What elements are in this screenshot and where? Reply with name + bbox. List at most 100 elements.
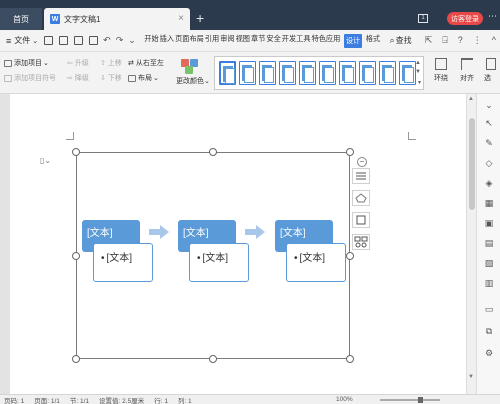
style-option[interactable] xyxy=(219,61,236,85)
layout-options-icon[interactable] xyxy=(352,168,370,184)
style-option[interactable] xyxy=(379,61,396,85)
resize-handle[interactable] xyxy=(72,252,80,260)
search-icon: ⌕ xyxy=(389,35,395,45)
align-button[interactable]: 对齐 xyxy=(456,58,478,83)
more-icon[interactable]: ⋯ xyxy=(488,11,497,22)
style-option[interactable] xyxy=(279,61,296,85)
scroll-down-icon[interactable]: ▼ xyxy=(468,374,474,380)
arrow-down-icon: ⇩ xyxy=(100,75,106,82)
chart-icon[interactable]: ▥ xyxy=(484,278,494,288)
gallery-more-icon[interactable]: ▾ xyxy=(418,79,421,86)
menu-tab-review[interactable]: 审阅 xyxy=(220,34,235,48)
resize-handle[interactable] xyxy=(72,355,80,363)
tab-document[interactable]: W 文字文稿1 × xyxy=(44,8,190,30)
tab-home[interactable]: 首页 xyxy=(0,8,42,30)
menu-tab-chapter[interactable]: 章节 xyxy=(251,34,266,48)
more-options-icon[interactable]: ⋮ xyxy=(473,35,482,46)
layout-button[interactable]: 布局 ⌄ xyxy=(128,73,159,83)
print-preview-icon[interactable] xyxy=(89,36,99,45)
document-icon[interactable]: ▤ xyxy=(484,238,494,248)
table-icon[interactable]: ▦ xyxy=(484,198,494,208)
zoom-slider[interactable] xyxy=(380,397,440,403)
move-down-button[interactable]: ⇩ 下移 xyxy=(100,73,122,83)
promote-button[interactable]: ⇦ 升级 xyxy=(67,58,89,68)
style-option[interactable] xyxy=(239,61,256,85)
menu-tab-security[interactable]: 安全 xyxy=(266,34,281,48)
resize-handle[interactable] xyxy=(346,355,354,363)
status-page-count[interactable]: 页面: 1/1 xyxy=(34,395,60,404)
search-command[interactable]: ⌕ 查找 xyxy=(390,35,412,46)
collapse-ribbon-icon[interactable]: ^ xyxy=(492,35,496,46)
hamburger-icon: ≡ xyxy=(6,35,12,46)
style-option[interactable] xyxy=(339,61,356,85)
collapse-pane-icon[interactable]: ⌄ xyxy=(484,100,494,110)
settings-icon[interactable]: ⚙ xyxy=(484,348,494,358)
style-option[interactable] xyxy=(319,61,336,85)
resize-handle[interactable] xyxy=(209,148,217,156)
paragraph-anchor-icon[interactable]: ▯⌄ xyxy=(40,156,51,165)
process-node-body[interactable]: • [文本] xyxy=(286,243,346,282)
right-to-left-button[interactable]: ⇄ 从右至左 xyxy=(128,58,164,68)
share-icon[interactable]: ⇱ xyxy=(425,35,433,46)
scroll-up-icon[interactable]: ▲ xyxy=(468,96,474,102)
menu-tab-insert[interactable]: 插入 xyxy=(159,34,174,48)
style-option[interactable] xyxy=(299,61,316,85)
backup-icon[interactable]: ▭ xyxy=(484,304,494,314)
window-count-icon[interactable]: 1 xyxy=(418,14,428,23)
resize-handle[interactable] xyxy=(346,148,354,156)
process-node-body[interactable]: • [文本] xyxy=(93,243,153,282)
style-option[interactable] xyxy=(259,61,276,85)
window-mode-icon[interactable]: ⍈ xyxy=(442,35,447,46)
styles-icon[interactable]: ✎ xyxy=(484,138,494,148)
zoom-slider-knob[interactable] xyxy=(418,397,423,403)
add-item-button[interactable]: 添加项目 ⌄ xyxy=(4,58,49,68)
share-panel-icon[interactable]: ⧉ xyxy=(484,326,494,336)
quick-access-dropdown-icon[interactable]: ⌄ xyxy=(128,35,136,46)
vertical-scrollbar[interactable]: ▲ ▼ xyxy=(466,94,476,394)
scrollbar-thumb[interactable] xyxy=(469,118,475,210)
help-icon[interactable]: ? xyxy=(458,35,463,46)
gallery-down-icon[interactable]: ▼ xyxy=(415,69,421,75)
add-bullet-button[interactable]: 添加项目符号 xyxy=(4,73,56,83)
resize-handle[interactable] xyxy=(346,252,354,260)
demote-button[interactable]: ⇨ 降级 xyxy=(67,73,89,83)
zoom-level[interactable]: 100% xyxy=(336,396,353,403)
gallery-icon[interactable]: ▣ xyxy=(484,218,494,228)
menu-tab-format[interactable]: 格式 xyxy=(365,34,380,48)
close-tab-icon[interactable]: × xyxy=(178,13,184,24)
guest-login-button[interactable]: 访客登录 xyxy=(447,12,483,25)
change-color-label[interactable]: 更改颜色 ⌄ xyxy=(176,76,210,86)
menu-tab-featured-apps[interactable]: 特色应用 xyxy=(311,34,341,48)
select-button[interactable]: 选 xyxy=(484,58,498,83)
menu-tab-developer[interactable]: 开发工具 xyxy=(281,34,311,48)
resize-handle[interactable] xyxy=(72,148,80,156)
image-icon[interactable]: ▧ xyxy=(484,258,494,268)
redo-icon[interactable]: ↷ xyxy=(116,35,124,46)
move-up-button[interactable]: ⇧ 上移 xyxy=(100,58,122,68)
shapes-icon[interactable]: ◇ xyxy=(484,158,494,168)
gallery-up-icon[interactable]: ▲ xyxy=(415,60,421,66)
print-icon[interactable] xyxy=(74,36,84,45)
process-node-body[interactable]: • [文本] xyxy=(189,243,249,282)
format-painter-icon[interactable]: ◈ xyxy=(484,178,494,188)
shape-style-icon[interactable] xyxy=(352,190,370,206)
pointer-icon[interactable]: ↖ xyxy=(484,118,494,128)
file-menu-button[interactable]: ≡ 文件 ⌄ xyxy=(6,35,38,46)
menu-tab-references[interactable]: 引用 xyxy=(204,34,219,48)
export-pdf-icon[interactable] xyxy=(59,36,69,45)
collapse-toolbar-icon[interactable]: − xyxy=(357,157,367,167)
change-color-button[interactable] xyxy=(178,57,208,75)
save-icon[interactable] xyxy=(44,36,54,45)
style-option[interactable] xyxy=(399,61,416,85)
wrap-text-button[interactable]: 环绕 xyxy=(430,58,452,83)
shape-outline-icon[interactable] xyxy=(352,212,370,228)
menu-tab-view[interactable]: 视图 xyxy=(235,34,250,48)
smartart-layout-icon[interactable] xyxy=(352,234,370,250)
menu-tab-start[interactable]: 开始 xyxy=(144,34,159,48)
style-option[interactable] xyxy=(359,61,376,85)
menu-tab-page-layout[interactable]: 页面布局 xyxy=(175,34,205,48)
new-tab-button[interactable]: + xyxy=(196,10,204,26)
menu-tab-design[interactable]: 设计 xyxy=(343,33,363,48)
resize-handle[interactable] xyxy=(209,355,217,363)
undo-icon[interactable]: ↶ xyxy=(103,35,111,46)
